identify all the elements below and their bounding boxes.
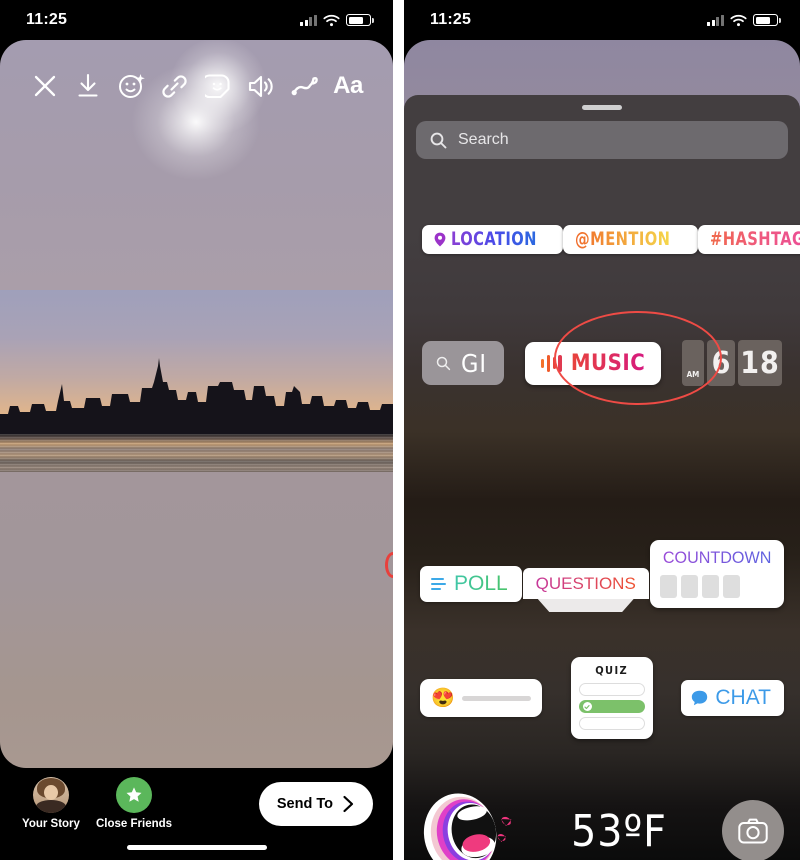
location-label: LOCATION xyxy=(451,228,537,250)
sticker-mouth-avatar[interactable] xyxy=(420,783,516,860)
sticker-icon[interactable] xyxy=(170,38,267,134)
status-bar-right: 11:25 xyxy=(404,0,800,40)
phone-right-sticker-tray: Search LOCATION @MENTION #HASHTAG GI MUS… xyxy=(404,0,800,860)
countdown-digit-boxes xyxy=(659,575,774,598)
sticker-questions[interactable]: QUESTIONS xyxy=(522,568,649,612)
quiz-option xyxy=(578,683,645,696)
sticker-location[interactable]: LOCATION xyxy=(422,225,563,254)
text-tool-label: Aa xyxy=(333,72,363,99)
your-story-label: Your Story xyxy=(22,818,80,830)
story-photo-skyline xyxy=(0,290,393,472)
battery-icon xyxy=(346,14,374,26)
battery-icon xyxy=(753,14,781,26)
effects-icon[interactable] xyxy=(113,67,151,105)
link-icon[interactable] xyxy=(156,67,194,105)
gif-label: GI xyxy=(461,348,488,378)
sound-icon[interactable] xyxy=(242,67,280,105)
sticker-camera-button[interactable] xyxy=(722,800,784,860)
sticker-quiz[interactable]: QUIZ xyxy=(570,657,653,739)
sticker-temperature[interactable]: 53ºF xyxy=(571,806,667,857)
questions-label: QUESTIONS xyxy=(535,574,636,593)
status-indicators xyxy=(707,14,781,27)
share-close-friends[interactable]: Close Friends xyxy=(96,777,172,830)
sticker-row-4: 😍 QUIZ CHAT xyxy=(404,657,800,739)
chat-label: CHAT xyxy=(715,686,771,709)
sticker-hashtag[interactable]: #HASHTAG xyxy=(697,225,800,254)
quiz-option-correct xyxy=(578,700,645,713)
story-bottom-bar: Your Story Close Friends Send To xyxy=(0,768,393,860)
check-icon xyxy=(582,702,592,711)
poll-label: POLL xyxy=(454,572,508,595)
music-highlight-oval xyxy=(554,311,722,405)
location-pin-icon xyxy=(434,232,446,247)
sheet-grabber[interactable] xyxy=(582,105,622,110)
send-to-button[interactable]: Send To xyxy=(258,782,373,826)
wifi-icon xyxy=(323,14,340,26)
home-indicator xyxy=(126,845,267,850)
city-skyline-silhouette xyxy=(0,358,393,436)
share-your-story[interactable]: Your Story xyxy=(22,777,80,830)
quiz-option xyxy=(578,717,645,730)
close-friends-label: Close Friends xyxy=(96,818,173,830)
sticker-row-1: LOCATION @MENTION #HASHTAG xyxy=(404,225,800,254)
canvas-sky-lower xyxy=(0,472,393,768)
search-input[interactable]: Search xyxy=(416,121,788,159)
poll-bars-icon xyxy=(431,577,446,591)
sticker-poll[interactable]: POLL xyxy=(420,566,522,602)
water-reflection xyxy=(0,434,393,472)
slider-emoji: 😍 xyxy=(431,687,455,709)
slider-track[interactable] xyxy=(461,695,531,701)
wifi-icon xyxy=(730,14,747,26)
sticker-row-3: POLL QUESTIONS COUNTDOWN xyxy=(404,540,800,612)
sticker-mention[interactable]: @MENTION xyxy=(562,225,698,254)
chat-bubble-icon xyxy=(692,690,708,706)
star-icon xyxy=(116,777,153,813)
sticker-sheet: Search LOCATION @MENTION #HASHTAG GI MUS… xyxy=(404,95,800,860)
status-indicators xyxy=(300,14,374,27)
story-toolbar: Aa xyxy=(0,38,393,134)
questions-tab xyxy=(537,599,634,612)
cellular-signal-icon xyxy=(300,14,317,26)
countdown-label: COUNTDOWN xyxy=(662,548,772,567)
cellular-signal-icon xyxy=(707,14,724,26)
time-minute: 18 xyxy=(737,340,782,386)
quiz-label: QUIZ xyxy=(595,664,629,677)
avatar xyxy=(32,777,69,813)
camera-icon xyxy=(738,818,768,844)
draw-icon[interactable] xyxy=(286,67,324,105)
download-icon[interactable] xyxy=(69,67,107,105)
mention-label: @MENTION xyxy=(574,228,671,250)
search-placeholder: Search xyxy=(458,131,509,148)
status-time: 11:25 xyxy=(26,11,68,28)
status-bar-left: 11:25 xyxy=(0,0,393,40)
status-time: 11:25 xyxy=(430,11,472,28)
text-icon[interactable]: Aa xyxy=(329,67,367,105)
hashtag-label: #HASHTAG xyxy=(710,230,800,249)
phone-left-story-editor: 11:25 Aa Your Story Close Friends Send T… xyxy=(0,0,393,860)
close-icon[interactable] xyxy=(26,67,64,105)
sticker-row-5: 53ºF xyxy=(404,783,800,860)
sticker-countdown[interactable]: COUNTDOWN xyxy=(649,540,784,608)
search-icon xyxy=(430,132,447,148)
chevron-right-icon xyxy=(343,795,354,813)
sticker-emoji-slider[interactable]: 😍 xyxy=(420,679,542,717)
send-to-label: Send To xyxy=(276,796,333,812)
screenshot-stage: 11:25 Aa Your Story Close Friends Send T… xyxy=(0,0,800,860)
sticker-chat[interactable]: CHAT xyxy=(681,680,784,716)
search-icon xyxy=(436,356,451,370)
sticker-gif[interactable]: GI xyxy=(422,341,504,385)
story-canvas[interactable] xyxy=(0,40,393,768)
